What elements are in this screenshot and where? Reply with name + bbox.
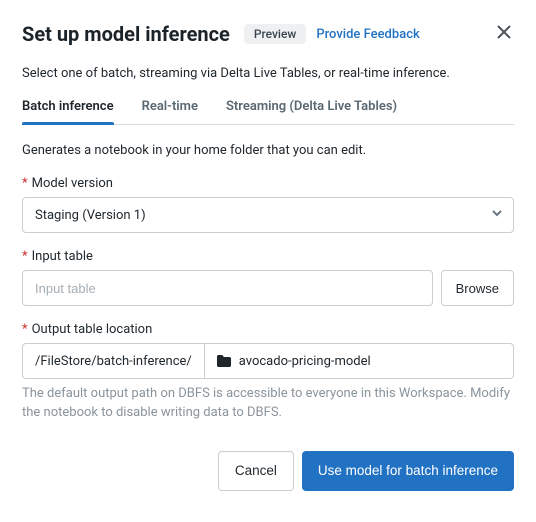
dialog-title: Set up model inference [22, 22, 230, 46]
folder-icon [217, 355, 231, 367]
tab-streaming[interactable]: Streaming (Delta Live Tables) [226, 99, 397, 124]
submit-button[interactable]: Use model for batch inference [302, 451, 514, 491]
output-name-field[interactable]: avocado-pricing-model [204, 343, 514, 379]
required-marker: * [22, 176, 28, 191]
provide-feedback-link[interactable]: Provide Feedback [316, 27, 419, 42]
model-version-select-wrap: Staging (Version 1) [22, 197, 514, 233]
tabs: Batch inference Real-time Streaming (Del… [22, 99, 514, 125]
preview-badge: Preview [244, 24, 307, 44]
dialog-footer: Cancel Use model for batch inference [22, 451, 514, 491]
dialog-subtitle: Select one of batch, streaming via Delta… [22, 66, 514, 81]
input-table-label: *Input table [22, 249, 514, 264]
dialog-header: Set up model inference Preview Provide F… [22, 22, 514, 46]
model-version-value: Staging (Version 1) [35, 208, 146, 223]
input-table-field[interactable] [22, 270, 433, 306]
close-icon [497, 25, 511, 43]
model-version-select[interactable]: Staging (Version 1) [22, 197, 514, 233]
output-helper-text: The default output path on DBFS is acces… [22, 385, 514, 423]
output-path-prefix[interactable]: /FileStore/batch-inference/ [22, 343, 204, 379]
tab-batch-inference[interactable]: Batch inference [22, 99, 114, 124]
required-marker: * [22, 249, 28, 264]
model-version-label: *Model version [22, 176, 514, 191]
input-table-row: Browse [22, 270, 514, 306]
browse-button[interactable]: Browse [441, 270, 514, 306]
output-name-value: avocado-pricing-model [239, 354, 371, 369]
tab-real-time[interactable]: Real-time [142, 99, 198, 124]
close-button[interactable] [494, 24, 514, 44]
tab-description: Generates a notebook in your home folder… [22, 143, 514, 158]
cancel-button[interactable]: Cancel [218, 451, 294, 491]
output-table-label: *Output table location [22, 322, 514, 337]
output-table-row: /FileStore/batch-inference/ avocado-pric… [22, 343, 514, 379]
required-marker: * [22, 322, 28, 337]
